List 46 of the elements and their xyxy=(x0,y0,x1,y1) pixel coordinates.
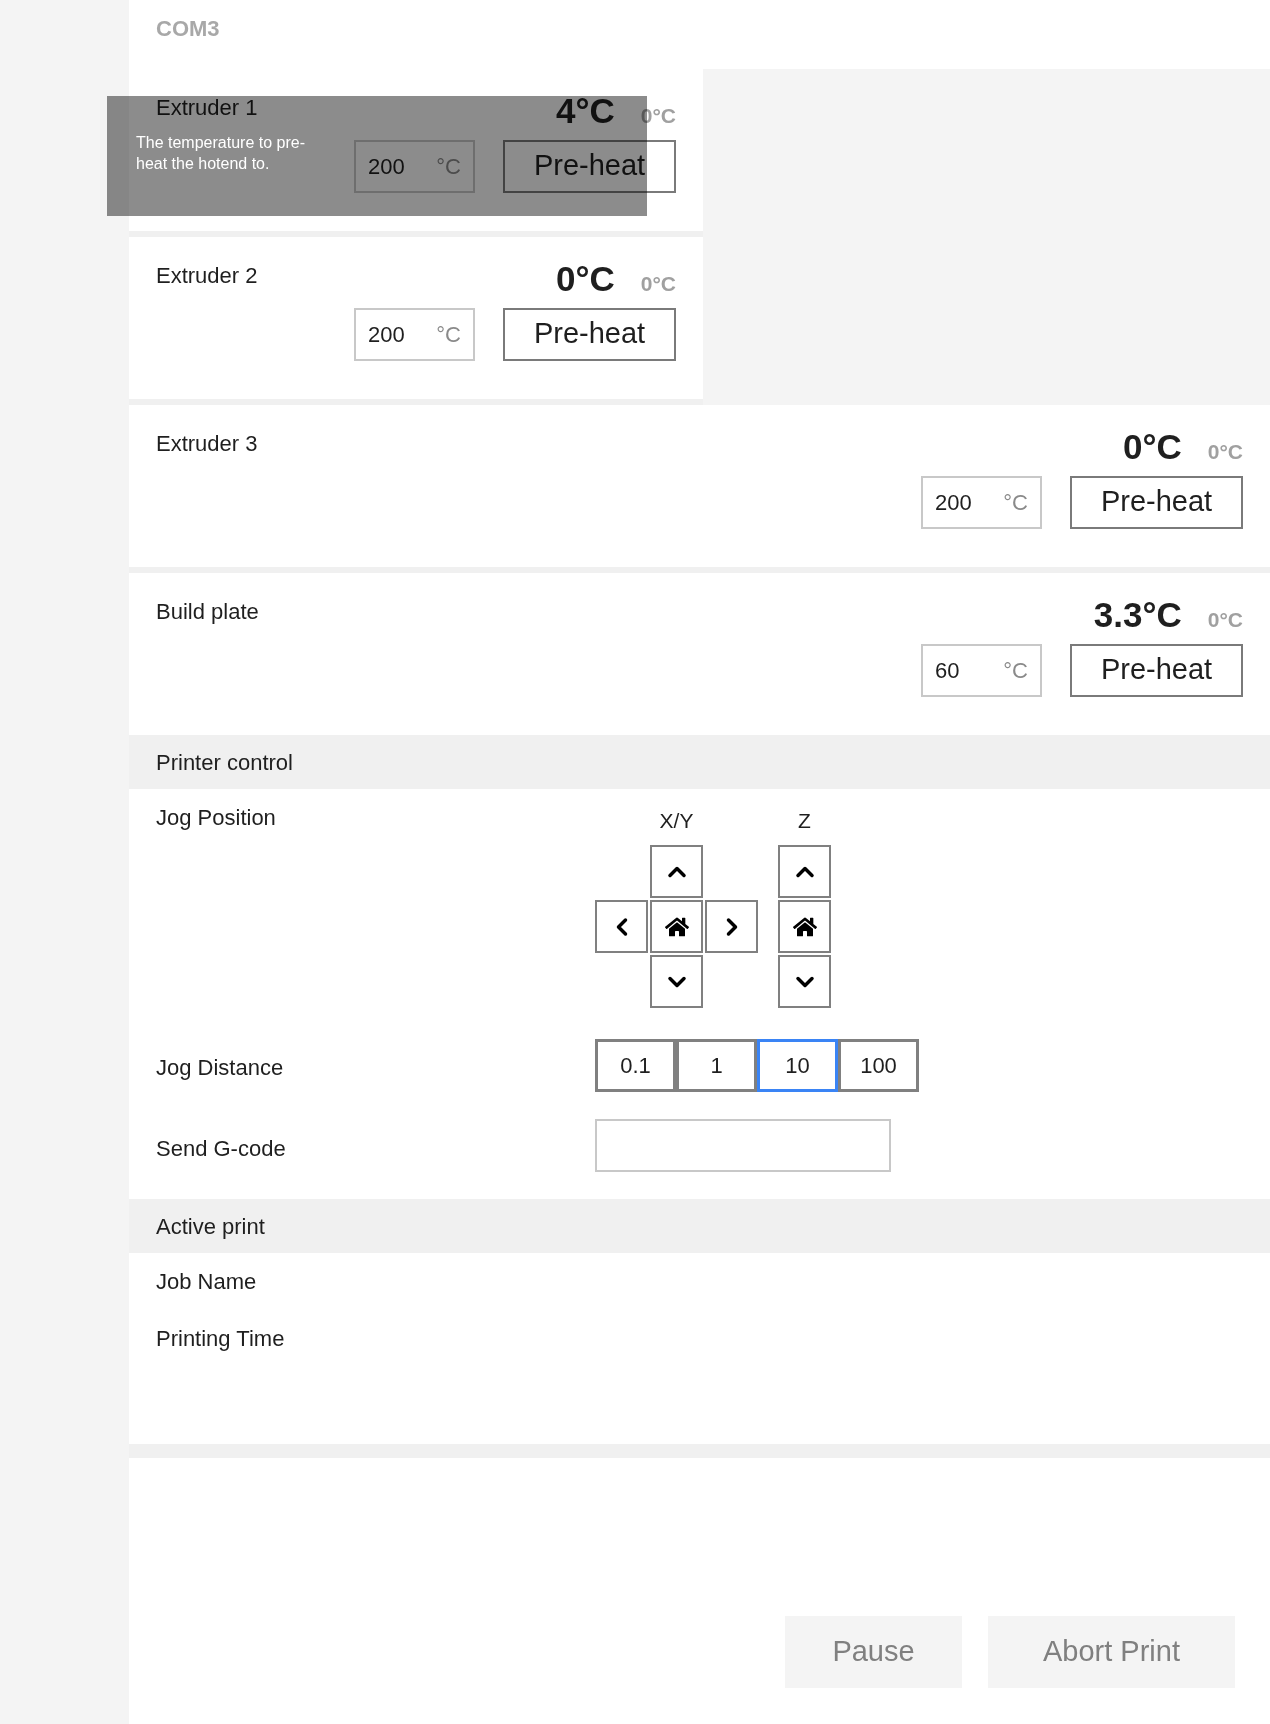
unit-label: °C xyxy=(436,320,461,349)
jog-distance-option[interactable]: 10 xyxy=(757,1039,838,1092)
preheat-button[interactable]: Pre-heat xyxy=(1070,643,1243,697)
current-temperature: 0°C xyxy=(556,258,615,300)
unit-label: °C xyxy=(436,152,461,181)
action-button[interactable]: Pause xyxy=(785,1616,962,1688)
z-home-button[interactable] xyxy=(778,900,831,953)
current-temperature: 4°C xyxy=(556,90,615,132)
gcode-input-field[interactable] xyxy=(595,1119,891,1172)
jog-right-button[interactable] xyxy=(705,900,758,953)
heater-name: Build plate xyxy=(156,598,259,626)
heater-name: Extruder 3 xyxy=(156,430,258,458)
send-gcode-label: Send G-code xyxy=(156,1135,286,1163)
jog-distance-option[interactable]: 1 xyxy=(676,1039,757,1092)
jog-distance-label: Jog Distance xyxy=(156,1054,284,1082)
heater-name: Extruder 1 xyxy=(156,94,258,122)
jog-left-button[interactable] xyxy=(595,900,648,953)
preheat-temperature-field[interactable]: 200 °C xyxy=(921,475,1042,529)
preheat-button[interactable]: Pre-heat xyxy=(1070,475,1243,529)
target-temperature: 0°C xyxy=(1207,439,1243,465)
preheat-temperature-field[interactable]: 200 °C xyxy=(354,139,475,193)
field-label: Printing Time xyxy=(156,1325,286,1353)
axis-label: X/Y xyxy=(659,808,694,834)
unit-label: °C xyxy=(1003,488,1028,517)
target-temperature: 0°C xyxy=(1207,607,1243,633)
jog-distance-option[interactable]: 0.1 xyxy=(595,1039,676,1092)
unit-label: °C xyxy=(1003,656,1028,685)
field-label: Job Name xyxy=(156,1268,258,1296)
axis-label: Z xyxy=(798,808,811,834)
preheat-temperature-field[interactable]: 200 °C xyxy=(354,307,475,361)
z-down-button[interactable] xyxy=(778,955,831,1008)
current-temperature: 3.3°C xyxy=(1093,594,1182,636)
port-label: COM3 xyxy=(156,16,220,41)
preheat-button[interactable]: Pre-heat xyxy=(503,307,676,361)
action-button[interactable]: Abort Print xyxy=(988,1616,1235,1688)
z-up-button[interactable] xyxy=(778,845,831,898)
jog-up-button[interactable] xyxy=(650,845,703,898)
target-temperature: 0°C xyxy=(640,271,676,297)
jog-distance-option[interactable]: 100 xyxy=(838,1039,919,1092)
current-temperature: 0°C xyxy=(1123,426,1182,468)
preheat-temperature-field[interactable]: 60 °C xyxy=(921,643,1042,697)
heater-name: Extruder 2 xyxy=(156,262,258,290)
jog-position-label: Jog Position xyxy=(156,804,276,832)
jog-down-button[interactable] xyxy=(650,955,703,1008)
preheat-button[interactable]: Pre-heat xyxy=(503,139,676,193)
home-button[interactable] xyxy=(650,900,703,953)
